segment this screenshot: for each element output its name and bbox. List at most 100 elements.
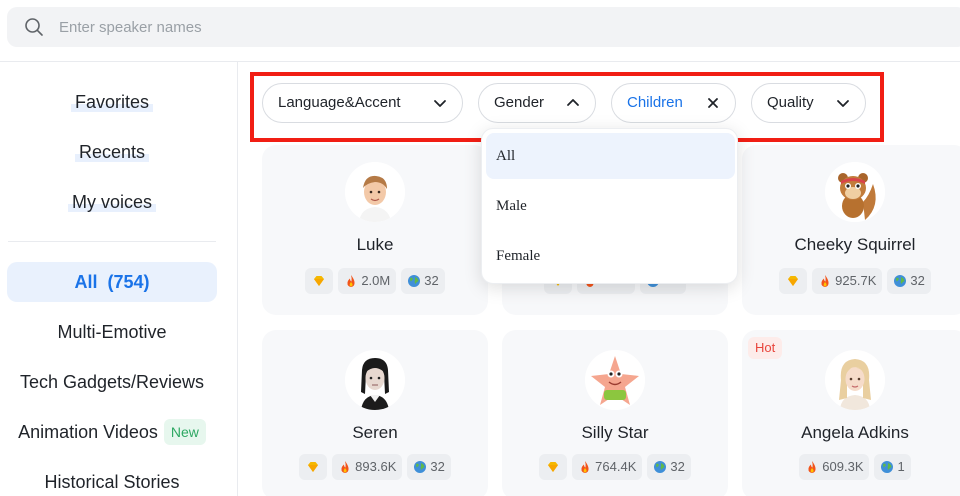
plays-value: 2.0M (361, 273, 391, 288)
filter-language-accent[interactable]: Language&Accent (262, 83, 463, 123)
filter-label: Quality (767, 94, 814, 111)
gender-option-male[interactable]: Male (486, 183, 735, 229)
globe-icon (654, 461, 667, 473)
search-box[interactable] (7, 7, 960, 47)
plays-count: 2.0M (338, 268, 397, 294)
fire-icon (821, 275, 829, 287)
voice-stats: 925.7K 32 (742, 268, 960, 294)
sidebar-item-label: My voices (67, 192, 156, 212)
premium-badge (299, 454, 328, 480)
sidebar-item-label: Favorites (70, 92, 154, 112)
sidebar-item-all[interactable]: All (754) (7, 262, 217, 302)
avatar (345, 350, 405, 410)
globe-icon (414, 461, 427, 473)
voice-card[interactable]: Cheeky Squirrel 925.7K 32 (742, 145, 960, 315)
sidebar-divider (8, 241, 216, 242)
plays-count: 609.3K (799, 454, 870, 480)
voice-name: Angela Adkins (801, 423, 909, 442)
fire-icon (341, 461, 349, 473)
diamond-icon (788, 276, 799, 286)
sidebar-item-historical-stories[interactable]: Historical Stories (0, 462, 224, 496)
diamond-icon (314, 276, 325, 286)
hot-badge: Hot (748, 337, 783, 359)
blonde-girl-avatar-icon (825, 350, 885, 410)
languages-value: 32 (424, 273, 439, 288)
filter-gender[interactable]: Gender (478, 83, 596, 123)
languages-value: 32 (430, 459, 445, 474)
languages-value: 32 (670, 459, 685, 474)
diamond-icon (548, 462, 559, 472)
sidebar-item-label: Animation Videos (18, 422, 158, 442)
sidebar-all-label: All (74, 272, 98, 292)
globe-icon (408, 275, 421, 287)
gender-option-all[interactable]: All (486, 133, 735, 179)
premium-badge (779, 268, 808, 294)
voice-card[interactable]: Seren 893.6K 32 (262, 330, 488, 496)
premium-badge (305, 268, 334, 294)
gender-dropdown-menu: All Male Female (481, 128, 738, 284)
search-bar (0, 0, 960, 62)
sidebar-item-recents[interactable]: Recents (0, 132, 224, 172)
languages-count: 32 (407, 454, 451, 480)
premium-badge (539, 454, 568, 480)
voice-name: Cheeky Squirrel (794, 235, 916, 254)
plays-value: 893.6K (355, 459, 397, 474)
plays-value: 925.7K (835, 273, 877, 288)
voice-name: Seren (352, 423, 398, 442)
plays-value: 764.4K (595, 459, 637, 474)
chevron-up-icon (567, 99, 579, 106)
gender-option-female[interactable]: Female (486, 233, 735, 279)
avatar (825, 162, 885, 222)
sidebar-item-multi-emotive[interactable]: Multi-Emotive (0, 312, 224, 352)
plays-count: 925.7K (812, 268, 883, 294)
fire-icon (347, 275, 355, 287)
search-icon (25, 18, 43, 36)
voice-card[interactable]: Silly Star 764.4K 32 (502, 330, 728, 496)
sidebar-item-label: Historical Stories (44, 472, 180, 492)
globe-icon (881, 461, 894, 473)
chevron-down-icon (837, 100, 849, 107)
boy-avatar-icon (345, 162, 405, 222)
close-icon[interactable] (705, 95, 721, 111)
voice-name: Silly Star (581, 423, 649, 442)
search-input[interactable] (59, 15, 659, 39)
fire-icon (808, 461, 816, 473)
squirrel-avatar-icon (825, 162, 885, 222)
filter-label: Gender (494, 94, 545, 111)
filter-children[interactable]: Children (611, 83, 736, 123)
sidebar: Favorites Recents My voices All (754) Mu… (0, 62, 238, 496)
fire-icon (581, 461, 589, 473)
plays-count: 764.4K (572, 454, 643, 480)
sidebar-item-my-voices[interactable]: My voices (0, 182, 224, 222)
languages-count: 32 (887, 268, 931, 294)
sidebar-item-label: Recents (74, 142, 150, 162)
voice-card[interactable]: Hot Angela Adkins 609.3K 1 (742, 330, 960, 496)
languages-count: 1 (874, 454, 911, 480)
sidebar-item-label: Multi-Emotive (57, 322, 167, 342)
girl-braids-avatar-icon (345, 350, 405, 410)
voice-name: Luke (356, 235, 394, 254)
filter-label: Children (627, 94, 683, 111)
globe-icon (894, 275, 907, 287)
sidebar-all-count: (754) (107, 272, 150, 292)
avatar (825, 350, 885, 410)
diamond-icon (308, 462, 319, 472)
sidebar-item-label: Tech Gadgets/Reviews (19, 372, 205, 392)
languages-count: 32 (401, 268, 445, 294)
sidebar-item-animation-videos[interactable]: Animation Videos New (0, 412, 224, 452)
voice-card[interactable]: Luke 2.0M 32 (262, 145, 488, 315)
languages-value: 32 (910, 273, 925, 288)
filter-label: Language&Accent (278, 94, 401, 111)
plays-count: 893.6K (332, 454, 403, 480)
voice-stats: 609.3K 1 (742, 454, 960, 480)
filter-quality[interactable]: Quality (751, 83, 866, 123)
starfish-avatar-icon (585, 350, 645, 410)
sidebar-item-favorites[interactable]: Favorites (0, 82, 224, 122)
voice-stats: 2.0M 32 (262, 268, 488, 294)
avatar (585, 350, 645, 410)
sidebar-item-tech-gadgets[interactable]: Tech Gadgets/Reviews (0, 362, 224, 402)
avatar (345, 162, 405, 222)
new-badge: New (163, 419, 206, 445)
plays-value: 609.3K (822, 459, 864, 474)
voice-stats: 893.6K 32 (262, 454, 488, 480)
